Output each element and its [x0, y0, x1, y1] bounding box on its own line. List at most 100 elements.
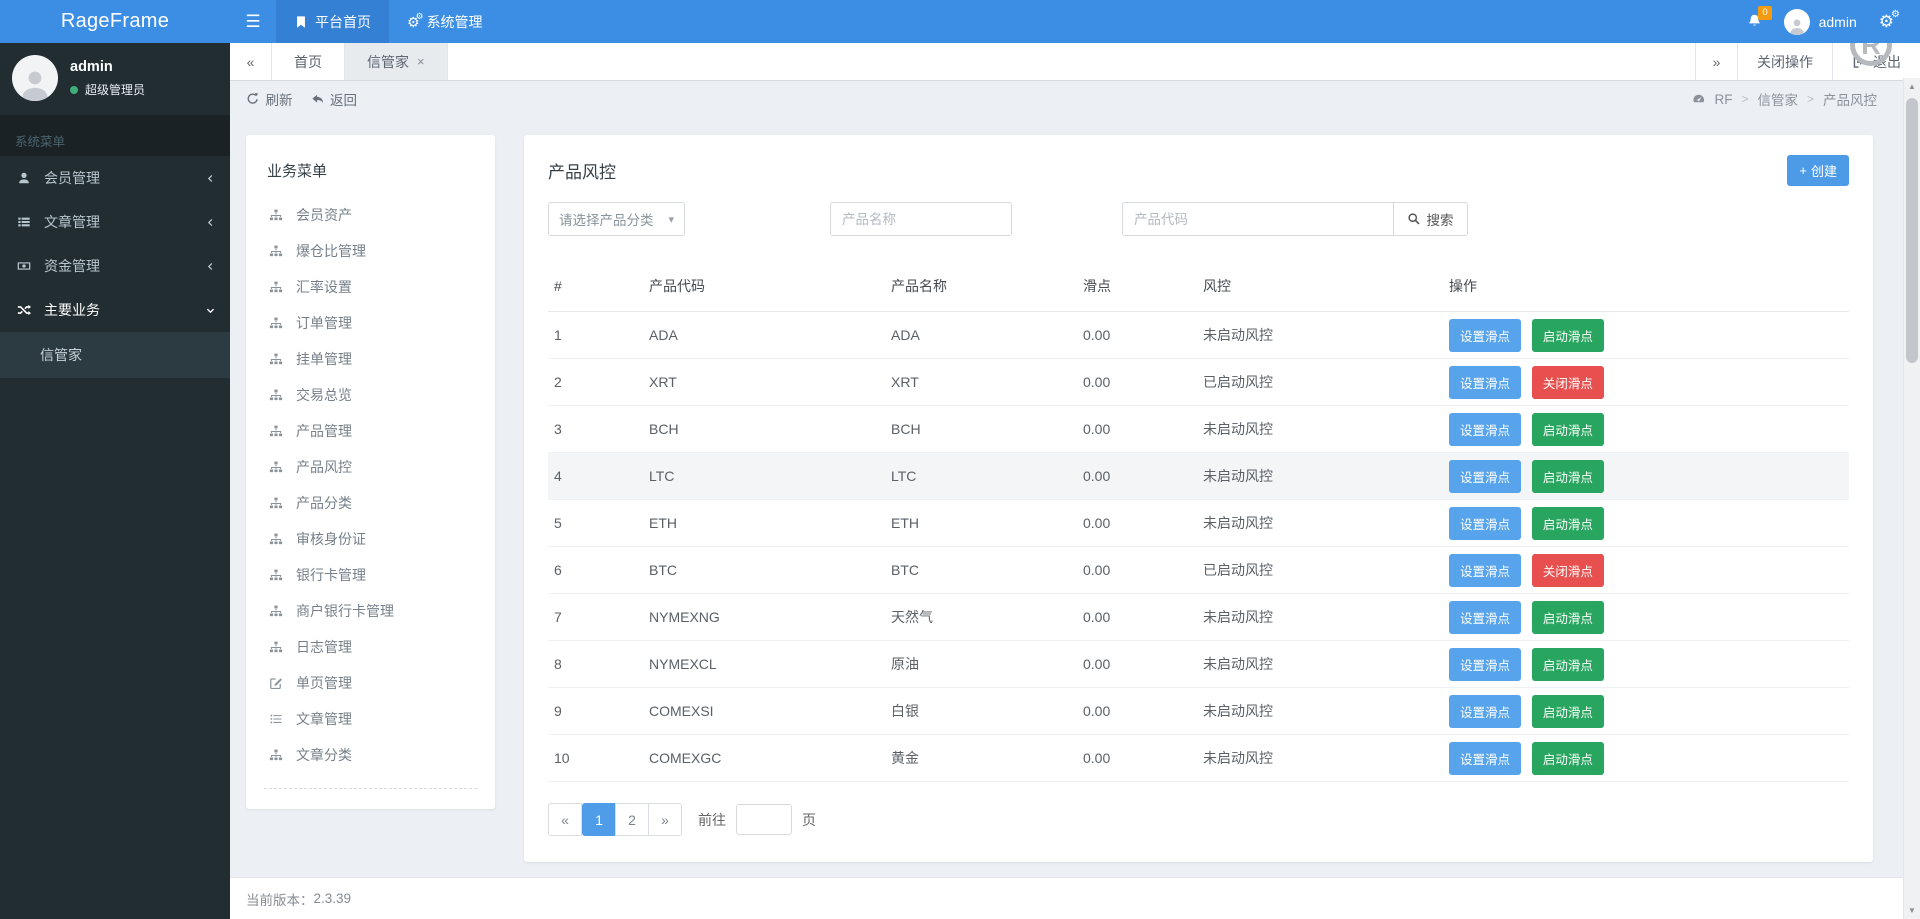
business-menu-item-exchange-rate[interactable]: 汇率设置	[246, 269, 495, 305]
business-menu-item-bank-cards[interactable]: 银行卡管理	[246, 557, 495, 593]
start-slippage-button[interactable]: 启动滑点	[1531, 318, 1604, 352]
cell-product-code: COMEXSI	[643, 687, 885, 735]
sidebar-role: 超级管理员	[85, 83, 146, 97]
navbar-item-system[interactable]: ⚙ ⚙ 系统管理	[389, 0, 501, 43]
cell-slippage: 0.00	[1077, 593, 1197, 641]
hamburger-icon[interactable]: ☰	[230, 0, 276, 43]
category-select[interactable]: 请选择产品分类 ▾	[548, 202, 685, 236]
cell-product-code: NYMEXNG	[643, 593, 885, 641]
page-prev-button[interactable]: «	[548, 803, 582, 836]
table-header-cell: 风控	[1197, 262, 1443, 312]
set-slippage-button[interactable]: 设置滑点	[1449, 600, 1522, 634]
tab-home[interactable]: 首页	[272, 43, 345, 80]
page-button-1[interactable]: 1	[582, 803, 616, 836]
business-menu-item-label: 爆仓比管理	[296, 243, 366, 259]
sidebar-item-funds[interactable]: 资金管理	[0, 244, 230, 288]
start-slippage-button[interactable]: 启动滑点	[1531, 647, 1604, 681]
close-tab-icon[interactable]: ×	[417, 54, 425, 69]
table-row: 2 XRT XRT 0.00 已启动风控 设置滑点 关闭滑点	[548, 358, 1849, 406]
table-row: 9 COMEXSI 白银 0.00 未启动风控 设置滑点 启动滑点	[548, 687, 1849, 735]
scrollbar-thumb[interactable]	[1906, 98, 1918, 363]
start-slippage-button[interactable]: 启动滑点	[1531, 412, 1604, 446]
business-menu-item-product-category[interactable]: 产品分类	[246, 485, 495, 521]
table-header-cell: 操作	[1443, 262, 1849, 312]
tab-scroll-left-button[interactable]: «	[230, 43, 272, 80]
cell-risk-status: 已启动风控	[1197, 358, 1443, 406]
gears-icon[interactable]: ⚙ ⚙	[1879, 10, 1900, 31]
business-menu-item-orders[interactable]: 订单管理	[246, 305, 495, 341]
business-menu-item-products[interactable]: 产品管理	[246, 413, 495, 449]
page-button-2[interactable]: 2	[615, 803, 649, 836]
brand-logo[interactable]: RageFrame	[0, 0, 230, 43]
set-slippage-button[interactable]: 设置滑点	[1449, 553, 1522, 587]
set-slippage-button[interactable]: 设置滑点	[1449, 647, 1522, 681]
business-menu-item-pending-orders[interactable]: 挂单管理	[246, 341, 495, 377]
set-slippage-button[interactable]: 设置滑点	[1449, 365, 1522, 399]
start-slippage-button[interactable]: 启动滑点	[1531, 741, 1604, 775]
sidebar-item-members[interactable]: 会员管理	[0, 156, 230, 200]
set-slippage-button[interactable]: 设置滑点	[1449, 318, 1522, 352]
start-slippage-button[interactable]: 启动滑点	[1531, 506, 1604, 540]
table-body: 1 ADA ADA 0.00 未启动风控 设置滑点 启动滑点 2 XRT XRT…	[548, 311, 1849, 782]
create-button[interactable]: + 创建	[1787, 155, 1849, 186]
business-menu-item-burst-ratio[interactable]: 爆仓比管理	[246, 233, 495, 269]
refresh-button[interactable]: 刷新	[246, 89, 293, 109]
stop-slippage-button[interactable]: 关闭滑点	[1531, 553, 1604, 587]
product-code-input[interactable]	[1122, 202, 1394, 236]
breadcrumb-root[interactable]: RF	[1714, 92, 1732, 107]
business-menu-item-article-manage[interactable]: 文章管理	[246, 701, 495, 737]
product-name-input[interactable]	[830, 202, 1012, 236]
business-menu-item-logs[interactable]: 日志管理	[246, 629, 495, 665]
business-menu-item-label: 文章管理	[296, 711, 352, 727]
notifications-button[interactable]: 0	[1747, 6, 1772, 30]
close-operations-button[interactable]: 关闭操作	[1737, 43, 1832, 80]
start-slippage-button[interactable]: 启动滑点	[1531, 694, 1604, 728]
tab-xinguanjia[interactable]: 信管家 ×	[345, 43, 448, 80]
scroll-up-icon[interactable]: ▲	[1904, 78, 1920, 95]
sidebar-subitem-xinguanjia[interactable]: 信管家	[0, 336, 230, 374]
breadcrumb-item[interactable]: 信管家	[1757, 89, 1798, 109]
search-icon	[1407, 212, 1421, 226]
business-menu-item-trade-overview[interactable]: 交易总览	[246, 377, 495, 413]
set-slippage-button[interactable]: 设置滑点	[1449, 412, 1522, 446]
stop-slippage-button[interactable]: 关闭滑点	[1531, 365, 1604, 399]
product-risk-panel: 产品风控 +创建 请选择产品分类 ▾ 搜索 #产品代码产品名称滑点风控操作 1 …	[524, 135, 1873, 862]
goto-page-suffix: 页	[802, 811, 816, 828]
cell-slippage: 0.00	[1077, 405, 1197, 453]
business-menu-item-merchant-bank-cards[interactable]: 商户银行卡管理	[246, 593, 495, 629]
navbar-username: admin	[1818, 13, 1857, 30]
set-slippage-button[interactable]: 设置滑点	[1449, 694, 1522, 728]
sidebar-section-label: 系统菜单	[0, 115, 230, 156]
goto-page-input[interactable]	[736, 804, 792, 835]
navbar-item-home[interactable]: 平台首页	[276, 0, 389, 43]
business-menu-item-product-risk[interactable]: 产品风控	[246, 449, 495, 485]
business-menu-item-member-assets[interactable]: 会员资产	[246, 197, 495, 233]
sidebar-item-articles[interactable]: 文章管理	[0, 200, 230, 244]
business-menu-item-single-page[interactable]: 单页管理	[246, 665, 495, 701]
table-row: 7 NYMEXNG 天然气 0.00 未启动风控 设置滑点 启动滑点	[548, 593, 1849, 641]
business-menu-item-id-verify[interactable]: 审核身份证	[246, 521, 495, 557]
search-button[interactable]: 搜索	[1394, 202, 1468, 236]
edit-icon	[267, 676, 285, 690]
sidebar-item-main-business[interactable]: 主要业务	[0, 288, 230, 332]
start-slippage-button[interactable]: 启动滑点	[1531, 459, 1604, 493]
scrollbar[interactable]: ▲ ▼	[1903, 78, 1920, 919]
cell-risk-status: 未启动风控	[1197, 734, 1443, 782]
cell-operations: 设置滑点 关闭滑点	[1443, 358, 1849, 406]
back-button[interactable]: 返回	[311, 89, 357, 109]
breadcrumb-item: 产品风控	[1823, 93, 1877, 108]
set-slippage-button[interactable]: 设置滑点	[1449, 741, 1522, 775]
scroll-down-icon[interactable]: ▼	[1904, 902, 1920, 919]
tab-bar: « 首页 信管家 × » 关闭操作 退出	[230, 43, 1920, 81]
business-menu-item-label: 订单管理	[296, 315, 352, 331]
user-menu-button[interactable]: admin	[1783, 8, 1857, 35]
navbar-item-label: 平台首页	[315, 13, 371, 30]
set-slippage-button[interactable]: 设置滑点	[1449, 506, 1522, 540]
cell-risk-status: 未启动风控	[1197, 405, 1443, 453]
start-slippage-button[interactable]: 启动滑点	[1531, 600, 1604, 634]
tab-scroll-right-button[interactable]: »	[1695, 43, 1737, 80]
set-slippage-button[interactable]: 设置滑点	[1449, 459, 1522, 493]
page-next-button[interactable]: »	[648, 803, 682, 836]
business-menu-item-article-category[interactable]: 文章分类	[246, 737, 495, 773]
navbar-menu: 平台首页 ⚙ ⚙ 系统管理	[276, 0, 501, 43]
